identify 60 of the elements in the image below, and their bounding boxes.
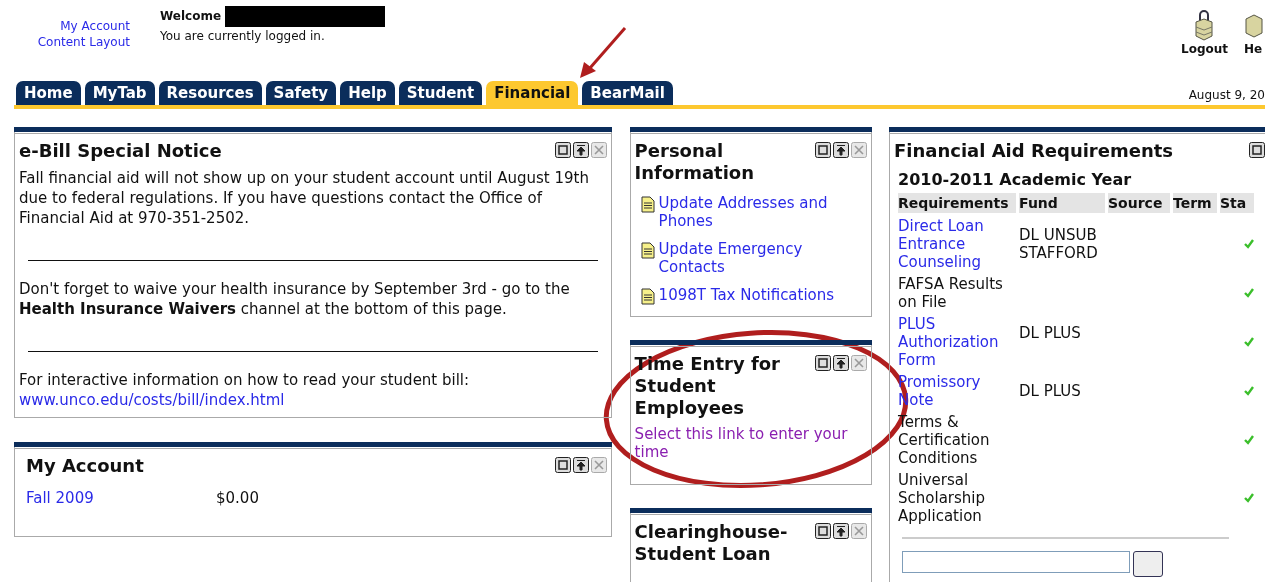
requirement-link[interactable]: Direct Loan Entrance Counseling <box>898 217 1016 271</box>
welcome-text: Welcome <box>160 8 222 25</box>
maximize-icon[interactable] <box>554 142 571 158</box>
personal-link[interactable]: Update Addresses and Phones <box>658 194 856 230</box>
channel-title: Financial Aid Requirements <box>894 140 1174 162</box>
header-link[interactable]: My Account <box>60 18 130 34</box>
detach-icon[interactable] <box>833 523 849 539</box>
header-action[interactable]: He <box>1242 9 1264 76</box>
column-header: Fund <box>1019 193 1105 213</box>
balance-amount: $0.00 <box>216 489 259 507</box>
arrow-annotation <box>580 27 627 78</box>
document-icon <box>640 196 655 213</box>
channel-title: e-Bill Special Notice <box>19 140 222 162</box>
requirement-link[interactable]: PLUS Authorization Form <box>898 315 1016 369</box>
header-link[interactable]: Content Layout <box>37 34 130 50</box>
maximize-icon[interactable] <box>815 142 831 158</box>
padlock-icon <box>1193 9 1216 41</box>
nav-tab[interactable]: Financial <box>486 81 579 105</box>
notice-text: Fall financial aid will not show up on your student account until August 19th due to federal regulations. If you have questions contact the Office of Financial Aid at 970-351-2502. <box>19 168 589 228</box>
document-icon <box>640 288 655 305</box>
channel-title: My Account <box>26 455 144 477</box>
notice-text: Don't forget to waive your health insurance by September 3rd - go to the Health Insurance Waivers channel at the bottom of this page. <box>19 279 571 319</box>
date-text: August 9, 20 <box>1188 88 1265 104</box>
maximize-icon[interactable] <box>815 355 831 371</box>
login-status: You are currently logged in. <box>160 29 325 43</box>
channel-title: Personal Information <box>634 140 756 184</box>
fund-text: DL PLUS <box>1019 382 1081 400</box>
channel-title: Clearinghouse-Student Loan <box>634 521 789 565</box>
column-header: Requirements <box>898 193 1016 213</box>
bill-link[interactable]: www.unco.edu/costs/bill/index.html <box>19 391 285 409</box>
personal-link[interactable]: Update Emergency Contacts <box>658 240 856 276</box>
nav-tab[interactable]: Help <box>340 81 395 105</box>
column-header: Term <box>1173 193 1217 213</box>
maximize-icon[interactable] <box>554 457 571 473</box>
nav-tab[interactable]: MyTab <box>84 81 155 105</box>
nav-tab[interactable]: Resources <box>158 81 262 105</box>
column-header: Sta <box>1220 193 1254 213</box>
requirement-text: Universal Scholarship Application <box>898 471 986 525</box>
detach-icon[interactable] <box>833 142 849 158</box>
maximize-icon[interactable] <box>815 523 831 539</box>
header-action[interactable]: Logout <box>1181 9 1228 76</box>
year-heading: 2010-2011 Academic Year <box>898 170 1133 189</box>
nav-tab[interactable]: Home <box>16 81 81 105</box>
nav-tab[interactable]: Safety <box>265 81 337 105</box>
fund-text: DL UNSUB STAFFORD <box>1019 226 1098 262</box>
time-entry-link[interactable]: Select this link to enter your time <box>634 425 867 461</box>
document-icon <box>640 242 655 259</box>
personal-link[interactable]: 1098T Tax Notifications <box>658 286 835 305</box>
detach-icon[interactable] <box>833 355 849 371</box>
go-button[interactable] <box>1133 551 1163 577</box>
term-link[interactable]: Fall 2009 <box>26 489 216 507</box>
detach-icon[interactable] <box>572 142 589 158</box>
nav-tab[interactable]: Student <box>398 81 483 105</box>
column-header: Source <box>1108 193 1170 213</box>
notice-text: For interactive information on how to read your student bill: www.unco.edu/costs/bill/index.html <box>19 370 471 410</box>
maximize-icon[interactable] <box>1249 142 1265 158</box>
detach-icon[interactable] <box>572 457 589 473</box>
nav-tab[interactable]: BearMail <box>582 81 673 105</box>
requirement-text: FAFSA Results on File <box>898 275 1004 311</box>
fund-text: DL PLUS <box>1019 324 1081 342</box>
